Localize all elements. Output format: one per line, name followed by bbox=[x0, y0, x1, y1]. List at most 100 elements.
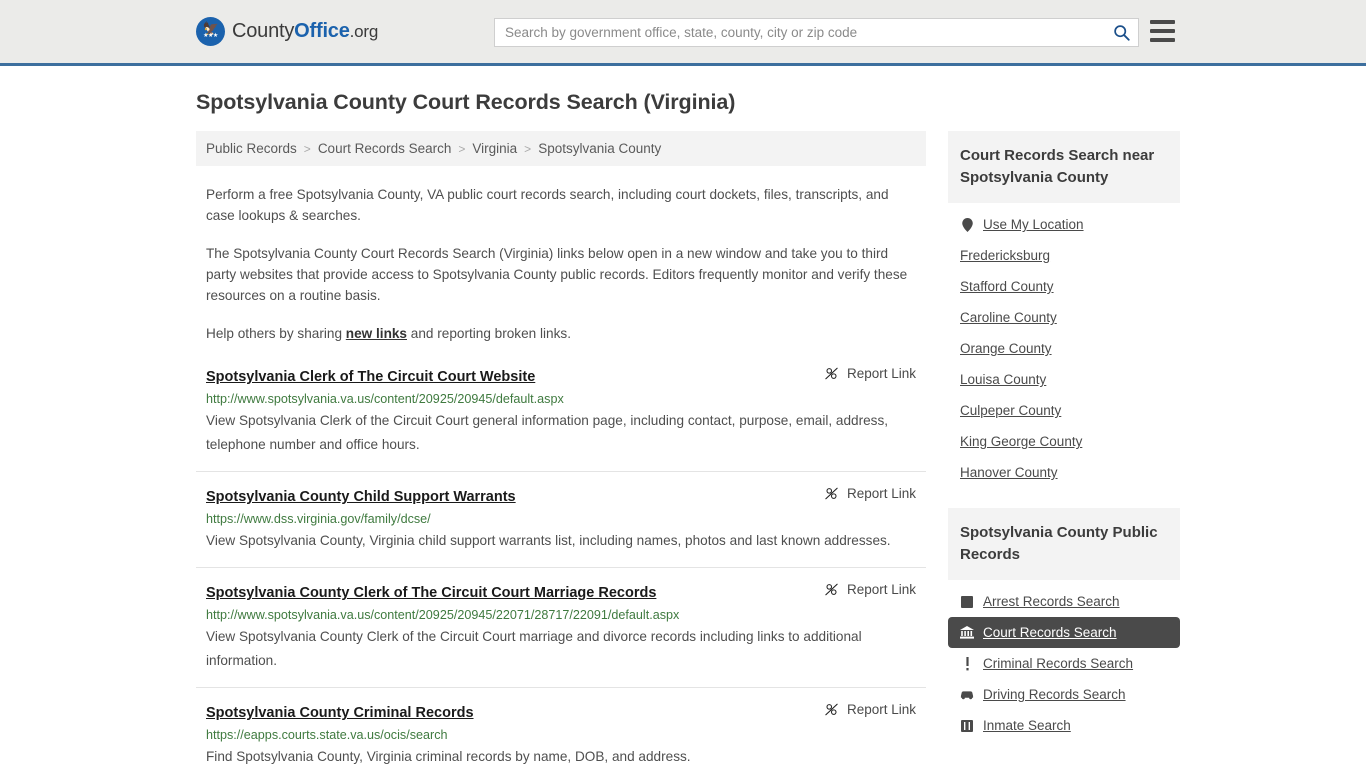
result-url: https://www.dss.virginia.gov/family/dcse… bbox=[206, 512, 431, 526]
broken-link-icon bbox=[825, 583, 838, 596]
sidebar-item-orange-county[interactable]: Orange County bbox=[948, 333, 1180, 364]
sidebar-item-culpeper-county[interactable]: Culpeper County bbox=[948, 395, 1180, 426]
fingerprint-square-icon bbox=[960, 595, 974, 608]
intro-text: Perform a free Spotsylvania County, VA p… bbox=[196, 184, 926, 344]
result-item: Spotsylvania County Clerk of The Circuit… bbox=[196, 582, 926, 688]
sidebar-item-arrest-records-search[interactable]: Arrest Records Search bbox=[948, 586, 1180, 617]
sidebar-item-label: Use My Location bbox=[983, 217, 1084, 232]
intro-p3-after: and reporting broken links. bbox=[407, 326, 571, 341]
report-link-button[interactable]: Report Link bbox=[824, 486, 916, 501]
breadcrumb-item-0[interactable]: Public Records bbox=[206, 141, 297, 156]
hamburger-bar bbox=[1150, 20, 1175, 24]
breadcrumb-item-3: Spotsylvania County bbox=[538, 141, 662, 156]
car-icon bbox=[960, 689, 974, 700]
sidebar-item-label: Caroline County bbox=[960, 310, 1057, 325]
result-header: Spotsylvania County Clerk of The Circuit… bbox=[206, 582, 916, 601]
sidebar-item-label: Stafford County bbox=[960, 279, 1054, 294]
intro-paragraph-3: Help others by sharing new links and rep… bbox=[206, 323, 916, 344]
map-pin-icon bbox=[960, 217, 974, 232]
breadcrumb-separator: > bbox=[303, 141, 311, 156]
sidebar-item-label: Driving Records Search bbox=[983, 687, 1126, 702]
courthouse-icon bbox=[960, 626, 974, 639]
sidebar-item-criminal-records-search[interactable]: Criminal Records Search bbox=[948, 648, 1180, 679]
result-url: http://www.spotsylvania.va.us/content/20… bbox=[206, 608, 680, 622]
sidebar-item-use-my-location[interactable]: Use My Location bbox=[948, 209, 1180, 240]
breadcrumb-item-1[interactable]: Court Records Search bbox=[318, 141, 452, 156]
nearby-searches-list: Use My Location Fredericksburg Stafford … bbox=[948, 203, 1180, 488]
content-columns: Public Records > Court Records Search > … bbox=[196, 131, 1180, 768]
public-records-heading: Spotsylvania County Public Records bbox=[948, 508, 1180, 580]
intro-p3-before: Help others by sharing bbox=[206, 326, 346, 341]
sidebar: Court Records Search near Spotsylvania C… bbox=[948, 131, 1180, 761]
sidebar-item-stafford-county[interactable]: Stafford County bbox=[948, 271, 1180, 302]
jail-door-icon bbox=[960, 719, 974, 732]
eagle-seal-logo-icon: 🦅 ★★★ bbox=[196, 17, 225, 46]
sidebar-item-driving-records-search[interactable]: Driving Records Search bbox=[948, 679, 1180, 710]
intro-paragraph-1: Perform a free Spotsylvania County, VA p… bbox=[206, 187, 889, 223]
breadcrumb: Public Records > Court Records Search > … bbox=[196, 131, 926, 166]
report-link-button[interactable]: Report Link bbox=[824, 582, 916, 597]
report-link-label: Report Link bbox=[846, 582, 916, 597]
search-input[interactable] bbox=[495, 19, 1104, 46]
sidebar-item-inmate-search[interactable]: Inmate Search bbox=[948, 710, 1180, 741]
sidebar-item-label: King George County bbox=[960, 434, 1083, 449]
result-item: Spotsylvania County Child Support Warran… bbox=[196, 486, 926, 568]
result-header: Spotsylvania County Child Support Warran… bbox=[206, 486, 916, 505]
report-link-label: Report Link bbox=[846, 366, 916, 381]
broken-link-icon bbox=[825, 367, 838, 380]
page-title: Spotsylvania County Court Records Search… bbox=[196, 90, 736, 114]
results-list: Spotsylvania Clerk of The Circuit Court … bbox=[196, 366, 926, 768]
result-title-link[interactable]: Spotsylvania Clerk of The Circuit Court … bbox=[206, 369, 535, 385]
page-container: Spotsylvania County Court Records Search… bbox=[0, 90, 1366, 768]
result-title-link[interactable]: Spotsylvania County Criminal Records bbox=[206, 705, 474, 721]
search-button[interactable] bbox=[1104, 19, 1138, 46]
site-logo[interactable]: 🦅 ★★★ CountyOffice.org bbox=[196, 17, 378, 46]
site-header: 🦅 ★★★ CountyOffice.org bbox=[0, 0, 1366, 66]
result-header: Spotsylvania Clerk of The Circuit Court … bbox=[206, 366, 916, 385]
breadcrumb-item-2[interactable]: Virginia bbox=[472, 141, 517, 156]
result-title-link[interactable]: Spotsylvania County Child Support Warran… bbox=[206, 489, 516, 505]
report-link-label: Report Link bbox=[846, 486, 916, 501]
nearby-searches-heading: Court Records Search near Spotsylvania C… bbox=[948, 131, 1180, 203]
result-item: Spotsylvania Clerk of The Circuit Court … bbox=[196, 366, 926, 472]
result-header: Spotsylvania County Criminal Records Rep… bbox=[206, 702, 916, 721]
sidebar-item-label: Hanover County bbox=[960, 465, 1058, 480]
sidebar-item-label: Arrest Records Search bbox=[983, 594, 1120, 609]
result-description: View Spotsylvania Clerk of the Circuit C… bbox=[206, 413, 889, 452]
intro-paragraph-2: The Spotsylvania County Court Records Se… bbox=[206, 246, 908, 303]
sidebar-item-label: Court Records Search bbox=[983, 625, 1117, 640]
main-column: Public Records > Court Records Search > … bbox=[196, 131, 926, 768]
sidebar-item-fredericksburg[interactable]: Fredericksburg bbox=[948, 240, 1180, 271]
result-url: https://eapps.courts.state.va.us/ocis/se… bbox=[206, 728, 448, 742]
sidebar-item-louisa-county[interactable]: Louisa County bbox=[948, 364, 1180, 395]
hamburger-bar bbox=[1150, 29, 1175, 33]
brand-part-3: .org bbox=[349, 22, 379, 41]
sidebar-item-court-records-search[interactable]: Court Records Search bbox=[948, 617, 1180, 648]
sidebar-item-hanover-county[interactable]: Hanover County bbox=[948, 457, 1180, 488]
new-links-link[interactable]: new links bbox=[346, 326, 407, 341]
report-link-button[interactable]: Report Link bbox=[824, 702, 916, 717]
sidebar-item-label: Culpeper County bbox=[960, 403, 1062, 418]
broken-link-icon bbox=[825, 487, 838, 500]
hamburger-menu-icon[interactable] bbox=[1150, 20, 1175, 42]
breadcrumb-separator: > bbox=[458, 141, 466, 156]
report-link-button[interactable]: Report Link bbox=[824, 366, 916, 381]
nearby-searches-box: Court Records Search near Spotsylvania C… bbox=[948, 131, 1180, 488]
sidebar-item-label: Fredericksburg bbox=[960, 248, 1051, 263]
result-description: View Spotsylvania County, Virginia child… bbox=[206, 533, 891, 548]
result-description: Find Spotsylvania County, Virginia crimi… bbox=[206, 749, 691, 764]
sidebar-item-king-george-county[interactable]: King George County bbox=[948, 426, 1180, 457]
result-url: http://www.spotsylvania.va.us/content/20… bbox=[206, 392, 564, 406]
sidebar-item-caroline-county[interactable]: Caroline County bbox=[948, 302, 1180, 333]
report-link-label: Report Link bbox=[846, 702, 916, 717]
search-bar[interactable] bbox=[494, 18, 1139, 47]
sidebar-item-label: Inmate Search bbox=[983, 718, 1071, 733]
result-description: View Spotsylvania County Clerk of the Ci… bbox=[206, 629, 862, 668]
public-records-list: Arrest Records Search Court Records Sear… bbox=[948, 580, 1180, 741]
broken-link-icon bbox=[825, 703, 838, 716]
sidebar-item-label: Criminal Records Search bbox=[983, 656, 1134, 671]
brand-part-2: Office bbox=[294, 20, 350, 42]
sidebar-item-label: Louisa County bbox=[960, 372, 1047, 387]
result-title-link[interactable]: Spotsylvania County Clerk of The Circuit… bbox=[206, 585, 656, 601]
hamburger-bar bbox=[1150, 38, 1175, 42]
